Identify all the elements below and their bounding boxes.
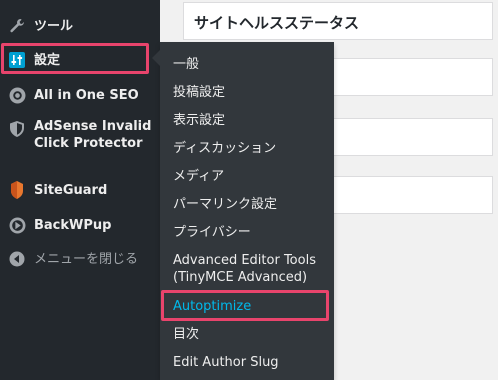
collapse-arrow-icon (8, 250, 26, 268)
submenu-item-privacy[interactable]: プライバシー (173, 224, 251, 241)
wrench-icon (8, 17, 26, 35)
siteguard-logo-icon (8, 181, 26, 199)
backwpup-logo-icon (8, 216, 26, 234)
settings-highlight-box (1, 43, 149, 74)
sidebar-item-label: AdSense Invalid Click Protector (34, 119, 152, 151)
sidebar-item-label: All in One SEO (34, 87, 139, 103)
submenu-item-writing[interactable]: 投稿設定 (173, 84, 225, 101)
sidebar-item-all-in-one-seo[interactable]: All in One SEO (0, 84, 160, 106)
gear-icon (8, 86, 26, 104)
sidebar-item-label: ツール (34, 18, 74, 34)
submenu-item-media[interactable]: メディア (173, 168, 224, 185)
collapse-menu-button[interactable]: メニューを閉じる (0, 248, 160, 270)
submenu-item-advanced-editor-tools[interactable]: Advanced Editor Tools (TinyMCE Advanced) (173, 252, 323, 286)
submenu-item-reading[interactable]: 表示設定 (173, 112, 225, 129)
settings-submenu: 一般 投稿設定 表示設定 ディスカッション メディア パーマリンク設定 プライバ… (152, 42, 334, 380)
sidebar-item-adsense-invalid-click-protector[interactable]: AdSense Invalid Click Protector (0, 118, 160, 158)
submenu-item-toc[interactable]: 目次 (173, 326, 199, 343)
sidebar-item-label: メニューを閉じる (34, 251, 139, 267)
submenu-item-general[interactable]: 一般 (173, 56, 199, 73)
sidebar-item-tools[interactable]: ツール (0, 14, 160, 38)
page-title: サイトヘルスステータス (194, 14, 360, 32)
submenu-item-edit-author-slug[interactable]: Edit Author Slug (173, 354, 279, 371)
site-health-panel: サイトヘルスステータス (183, 2, 493, 40)
sidebar-item-label: BackWPup (34, 217, 112, 233)
sidebar-item-backwpup[interactable]: BackWPup (0, 214, 160, 236)
submenu-item-discussion[interactable]: ディスカッション (173, 140, 276, 157)
sidebar-item-label: SiteGuard (34, 182, 108, 198)
sidebar-item-siteguard[interactable]: SiteGuard (0, 179, 160, 201)
submenu-item-permalinks[interactable]: パーマリンク設定 (173, 196, 277, 213)
autoptimize-highlight-box (161, 290, 329, 321)
shield-icon (8, 120, 26, 138)
